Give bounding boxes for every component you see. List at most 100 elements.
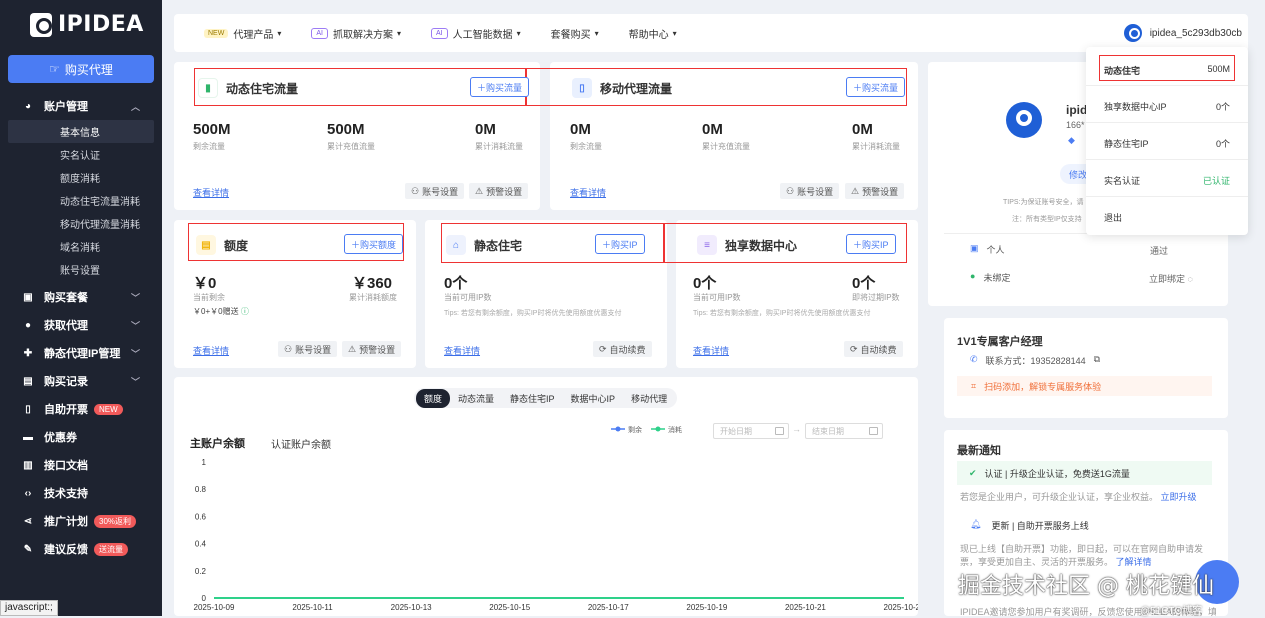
gift-badge: 送流量 — [94, 542, 128, 556]
stat-value: ￥360 — [352, 275, 393, 292]
share-icon: ⋖ — [23, 515, 33, 527]
tip-text: Tips: 若您有剩余额度，购买IP时将优先使用额度优惠支付 — [693, 310, 871, 317]
divider — [1086, 159, 1248, 160]
user-settings-icon: ⚇ — [284, 343, 293, 354]
watermark: 掘金技术社区 @ 桃花键仙 — [958, 574, 1214, 599]
topnav-help[interactable]: 帮助中心 ▾ — [629, 26, 677, 41]
sidebar-sub-dynamic[interactable]: 动态住宅流量消耗 — [0, 189, 162, 212]
tab-dynamic[interactable]: 动态流量 — [450, 389, 502, 408]
chevron-up-icon: ︿ — [130, 101, 140, 112]
check-icon: ✔ — [969, 467, 977, 478]
plus-icon: ＋ — [853, 239, 863, 250]
legend-marker — [615, 426, 621, 432]
dropdown-item-logout[interactable]: 退出 — [1104, 211, 1230, 224]
tip-text: Tips: 若您有剩余额度，购买IP时将优先使用额度优惠支付 — [444, 310, 622, 317]
stat-value: 0M — [852, 121, 873, 138]
notice-invoice[interactable]: 🔔︎ 更新 | 自助开票服务上线 — [970, 519, 1089, 532]
details-link[interactable]: 查看详情 — [444, 344, 480, 357]
x-tick-label: 2025-10-11 — [292, 603, 333, 612]
buy-datacenter-ip-button[interactable]: ＋购买IP — [846, 234, 896, 254]
manager-title: 1V1专属客户经理 — [957, 336, 1043, 348]
upgrade-link[interactable]: 立即升级 — [1161, 492, 1197, 502]
chevron-down-icon: ﹀ — [130, 292, 140, 303]
account-settings-button[interactable]: ⚇ 账号设置 — [780, 183, 840, 199]
sidebar-item-get-proxy[interactable]: ● 获取代理 ﹀ — [0, 311, 162, 339]
stat-label: 当前可用IP数 — [444, 293, 492, 302]
tab-static[interactable]: 静态住宅IP — [502, 389, 563, 408]
buy-mobile-traffic-button[interactable]: ＋购买流量 — [846, 77, 906, 97]
topnav-packages[interactable]: 套餐购买 ▾ — [551, 26, 599, 41]
chevron-down-icon: ﹀ — [130, 348, 140, 359]
bar-chart-icon: ▮ — [198, 78, 218, 98]
details-link[interactable]: 查看详情 — [193, 186, 229, 199]
stat-label: 剩余流量 — [570, 142, 602, 151]
divider — [1086, 122, 1248, 123]
auto-renew-button[interactable]: ⟳ 自动续费 — [593, 341, 652, 357]
buy-traffic-button[interactable]: ＋购买流量 — [470, 77, 530, 97]
notice-enterprise[interactable]: ✔ 认证 | 升级企业认证，免费送1G流量 — [957, 461, 1212, 485]
account-settings-button[interactable]: ⚇ 账号设置 — [278, 341, 338, 357]
quota-title: ▤ 额度 — [196, 235, 248, 255]
sidebar-item-api-docs[interactable]: ▥ 接口文档 — [0, 451, 162, 479]
account-settings-button[interactable]: ⚇ 账号设置 — [405, 183, 465, 199]
dropdown-item-datacenter[interactable]: 独享数据中心IP 0个 — [1104, 100, 1230, 113]
x-tick-label: 2025-10-19 — [686, 603, 727, 612]
sidebar-item-static-ip[interactable]: ✚ 静态代理IP管理 ﹀ — [0, 339, 162, 367]
buy-static-ip-button[interactable]: ＋购买IP — [595, 234, 645, 254]
doc-icon: ▥ — [23, 459, 33, 471]
alert-icon: ⚠ — [851, 185, 860, 196]
sidebar-sub-realname[interactable]: 实名认证 — [0, 143, 162, 166]
alert-settings-button[interactable]: ⚠ 预警设置 — [845, 183, 905, 199]
sidebar-sub-mobile[interactable]: 移动代理流量消耗 — [0, 212, 162, 235]
phone-icon: ▯ — [572, 78, 592, 98]
user-menu[interactable]: ipidea_5c293db30cb — [1123, 24, 1242, 42]
edit-icon: ✎ — [23, 543, 33, 555]
sidebar-item-support[interactable]: ‹› 技术支持 — [0, 479, 162, 507]
auto-renew-button[interactable]: ⟳ 自动续费 — [844, 341, 903, 357]
alert-settings-button[interactable]: ⚠ 预警设置 — [469, 183, 529, 199]
dropdown-item-verified[interactable]: 实名认证 已认证 — [1104, 174, 1230, 187]
profile-name: ipid — [1066, 103, 1088, 117]
alert-settings-button[interactable]: ⚠ 预警设置 — [342, 341, 402, 357]
dropdown-item-static[interactable]: 静态住宅IP 0个 — [1104, 137, 1230, 150]
user-settings-icon: ⚇ — [411, 185, 420, 196]
sidebar-item-feedback[interactable]: ✎ 建议反馈 送流量 — [0, 535, 162, 563]
details-link[interactable]: 查看详情 — [570, 186, 606, 199]
topnav-proxy-products[interactable]: NEW 代理产品 ▾ — [204, 26, 281, 41]
divider — [1086, 85, 1248, 86]
sidebar-item-referral[interactable]: ⋖ 推广计划 30%返利 — [0, 507, 162, 535]
plus-icon: ＋ — [351, 239, 361, 250]
x-tick-label: 2025-10-17 — [588, 603, 629, 612]
details-link[interactable]: 查看详情 — [193, 344, 229, 357]
dropdown-item-dynamic[interactable]: 动态住宅 500M — [1104, 64, 1230, 77]
learn-more-link[interactable]: 了解详情 — [1116, 557, 1152, 567]
sidebar-item-coupons[interactable]: ▬ 优惠券 — [0, 423, 162, 451]
stat-value: 0M — [702, 121, 723, 138]
bind-wechat-link[interactable]: 立即绑定 ◌ — [1149, 272, 1193, 285]
tab-mobile[interactable]: 移动代理 — [623, 389, 675, 408]
y-tick-label: 0.8 — [195, 485, 207, 494]
sidebar-sub-account-settings[interactable]: 账号设置 — [0, 258, 162, 281]
sidebar-item-invoice[interactable]: ▯ 自助开票 NEW — [0, 395, 162, 423]
pie-chart-icon: ◕ — [24, 100, 32, 112]
stat-value: 0个 — [693, 275, 717, 292]
chevron-down-icon: ﹀ — [130, 320, 140, 331]
brand-logo[interactable]: IPIDEA — [30, 12, 144, 37]
details-link[interactable]: 查看详情 — [693, 344, 729, 357]
buy-proxy-button[interactable]: ☞ 购买代理 — [8, 55, 154, 83]
sidebar-item-packages[interactable]: ▣ 购买套餐 ﹀ — [0, 283, 162, 311]
sidebar-sub-basic-info[interactable]: 基本信息 — [8, 120, 154, 143]
sidebar-item-account[interactable]: ◕ 账户管理 ︿ — [0, 92, 162, 120]
copy-icon[interactable]: ⧉ — [1094, 354, 1100, 367]
topnav-scraping[interactable]: AI 抓取解决方案 ▾ — [311, 26, 401, 41]
tab-quota[interactable]: 额度 — [416, 388, 451, 408]
sidebar-nav: ◕ 账户管理 ︿ 基本信息 实名认证 额度消耗 动态住宅流量消耗 移动代理流量消… — [0, 92, 162, 563]
sidebar-item-records[interactable]: ▤ 购买记录 ﹀ — [0, 367, 162, 395]
sidebar-sub-domain[interactable]: 域名消耗 — [0, 235, 162, 258]
buy-quota-button[interactable]: ＋购买额度 — [344, 234, 404, 254]
x-tick-label: 2025-10-21 — [785, 603, 826, 612]
topnav-ai-data[interactable]: AI 人工智能数据 ▾ — [431, 26, 521, 41]
stat-label: 累计消耗流量 — [475, 142, 523, 151]
sidebar-sub-quota[interactable]: 额度消耗 — [0, 166, 162, 189]
tab-datacenter[interactable]: 数据中心IP — [563, 389, 624, 408]
